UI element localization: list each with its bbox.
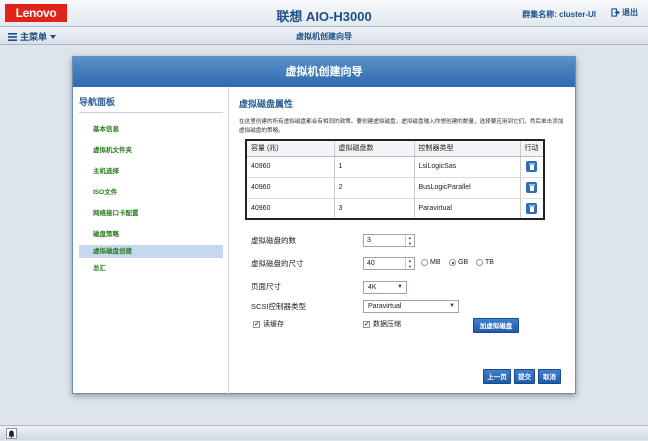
- logout-button[interactable]: 退出: [611, 7, 638, 18]
- nav-item-disk-policy[interactable]: 磁盘策略: [79, 228, 223, 241]
- col-disk-count: 虚拟磁盘数: [333, 140, 414, 157]
- top-header: Lenovo 联想 AIO-H3000 群集名称: cluster-UI 退出: [0, 0, 648, 27]
- cell-capacity: 40960: [246, 176, 334, 198]
- bell-shape-icon: [8, 430, 15, 438]
- table-row: 40960 2 BusLogicParallel: [246, 176, 544, 198]
- read-cache-checkbox[interactable]: ✓ 读缓存: [253, 319, 284, 329]
- cell-disk-count: 1: [333, 155, 414, 177]
- wizard-dialog: 虚拟机创建向导 导航面板 基本信息 虚拟机文件夹 主机选择 ISO文件 网络接口…: [72, 56, 576, 394]
- radio-icon: [476, 259, 483, 266]
- disk-count-label: 虚拟磁盘的数: [251, 236, 296, 245]
- scsi-controller-value: Paravirtual: [368, 303, 402, 310]
- nav-item-virtual-disk-create[interactable]: 虚拟磁盘创建: [79, 245, 223, 258]
- nav-item-vm-folder[interactable]: 虚拟机文件夹: [79, 144, 223, 157]
- nav-panel-header: 导航面板: [79, 95, 223, 113]
- unit-radio-gb[interactable]: GB: [449, 259, 468, 266]
- unit-radio-tb[interactable]: TB: [476, 259, 494, 266]
- table-header-row: 容量 (兆) 虚拟磁盘数 控制器类型 行动: [246, 140, 544, 157]
- submit-button[interactable]: 提交: [514, 369, 535, 384]
- dropdown-caret-icon: ▼: [397, 284, 403, 290]
- cluster-name: 群集名称: cluster-UI: [522, 10, 596, 19]
- nav-item-iso-file[interactable]: ISO文件: [79, 186, 223, 199]
- page-size-select[interactable]: 4K ▼: [363, 281, 407, 294]
- disk-count-value: 3: [367, 237, 371, 244]
- navigation-panel: 导航面板 基本信息 虚拟机文件夹 主机选择 ISO文件 网络接口卡配置 磁盘策略…: [73, 87, 229, 394]
- bell-icon[interactable]: [6, 428, 17, 439]
- radio-icon: [421, 259, 428, 266]
- page-size-value: 4K: [368, 284, 377, 291]
- content-panel: 虚拟磁盘属性 在这里创建的所有虚拟磁盘都会有相同的政策。要创建虚拟磁盘，虚拟磁盘…: [239, 87, 569, 394]
- unit-label: TB: [485, 259, 494, 266]
- trash-icon: [528, 205, 535, 212]
- delete-disk-button[interactable]: [526, 202, 538, 214]
- prev-page-button[interactable]: 上一页: [483, 369, 511, 384]
- nav-item-basic-info[interactable]: 基本信息: [79, 123, 223, 136]
- col-capacity: 容量 (兆): [246, 140, 334, 157]
- cell-disk-count: 2: [333, 176, 414, 198]
- checkmark-icon: ✓: [363, 320, 370, 328]
- trash-icon: [528, 184, 535, 191]
- read-cache-label: 读缓存: [263, 321, 284, 328]
- nav-item-summary[interactable]: 总汇: [79, 262, 223, 275]
- table-row: 40960 3 Paravirtual: [246, 197, 544, 219]
- dropdown-caret-icon: ▼: [449, 303, 455, 309]
- scsi-controller-select[interactable]: Paravirtual ▼: [363, 300, 459, 313]
- disk-size-value: 40: [367, 260, 375, 267]
- compression-label: 数据压缩: [373, 321, 401, 328]
- wizard-breadcrumb: 虚拟机创建向导: [296, 32, 352, 41]
- radio-selected-icon: [449, 259, 456, 266]
- disk-count-stepper[interactable]: 3 ▲ ▼: [363, 234, 415, 247]
- col-action: 行动: [519, 140, 544, 157]
- table-row: 40960 1 LsiLogicSas: [246, 155, 544, 177]
- cell-disk-count: 3: [333, 197, 414, 219]
- cancel-button[interactable]: 取消: [538, 369, 561, 384]
- logout-label: 退出: [622, 8, 638, 17]
- page-size-label: 页面尺寸: [251, 282, 281, 291]
- checkmark-icon: ✓: [253, 320, 260, 328]
- section-description: 在这里创建的所有虚拟磁盘都会有相同的政策。要创建虚拟磁盘，虚拟磁盘输入你想创建的…: [239, 119, 564, 134]
- cell-capacity: 40960: [246, 197, 334, 219]
- cell-controller-type: Paravirtual: [413, 197, 520, 219]
- menu-bar: 主菜单 虚拟机创建向导: [0, 27, 648, 45]
- add-virtual-disk-button[interactable]: 加虚拟磁盘: [473, 318, 519, 333]
- cell-capacity: 40960: [246, 155, 334, 177]
- unit-label: MB: [430, 259, 441, 266]
- nav-item-host-selection[interactable]: 主机选择: [79, 165, 223, 178]
- unit-radio-mb[interactable]: MB: [421, 259, 441, 266]
- virtual-disk-table: 容量 (兆) 虚拟磁盘数 控制器类型 行动 40960 1 LsiLogicSa…: [245, 139, 545, 220]
- cell-controller-type: LsiLogicSas: [413, 155, 520, 177]
- col-controller-type: 控制器类型: [413, 140, 520, 157]
- delete-disk-button[interactable]: [526, 182, 538, 193]
- nav-item-nic-config[interactable]: 网络接口卡配置: [79, 207, 223, 220]
- cell-controller-type: BusLogicParallel: [413, 176, 520, 198]
- delete-disk-button[interactable]: [526, 161, 538, 172]
- unit-label: GB: [458, 259, 469, 266]
- disk-size-stepper[interactable]: 40 ▲ ▼: [363, 257, 415, 270]
- disk-size-label: 虚拟磁盘的尺寸: [251, 259, 304, 268]
- stepper-arrows-icon[interactable]: ▲ ▼: [405, 235, 414, 246]
- status-bar: [0, 425, 648, 440]
- logout-icon: [611, 8, 620, 17]
- compression-checkbox[interactable]: ✓ 数据压缩: [363, 319, 401, 329]
- scsi-controller-label: SCSI控制器类型: [251, 302, 307, 311]
- stepper-arrows-icon[interactable]: ▲ ▼: [405, 258, 414, 269]
- dialog-title: 虚拟机创建向导: [73, 57, 575, 87]
- trash-icon: [528, 163, 535, 170]
- section-title: 虚拟磁盘属性: [239, 99, 294, 109]
